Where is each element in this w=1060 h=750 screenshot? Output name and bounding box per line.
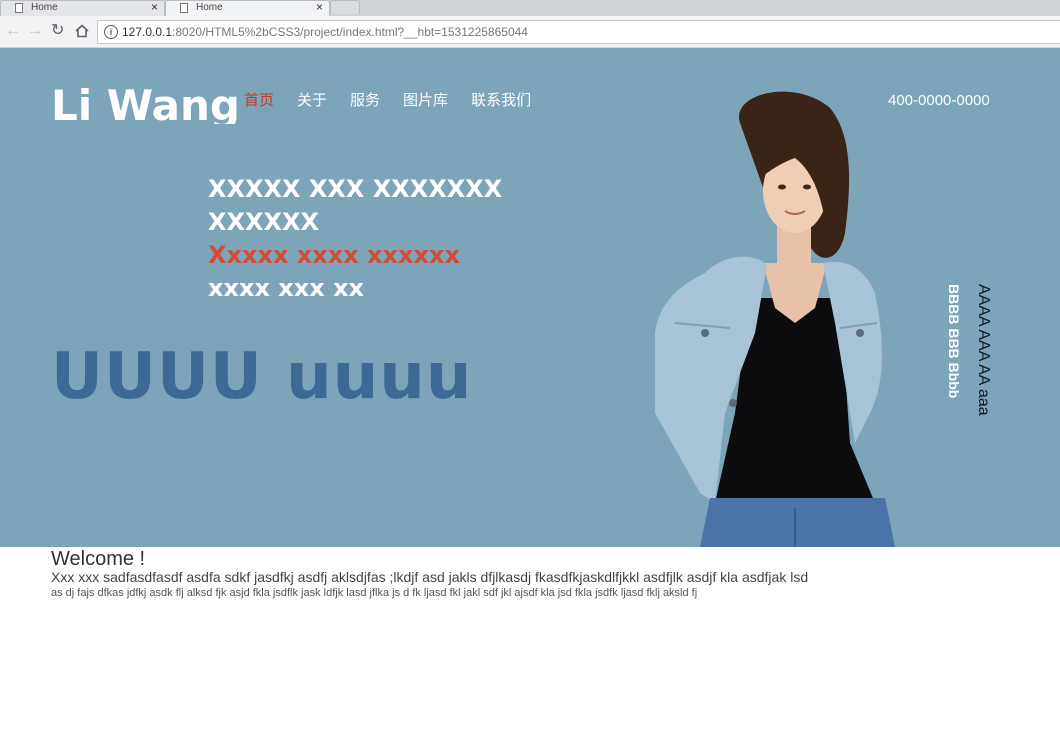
headline-red-text: Xxxxx xxxx xxxxxx bbox=[208, 241, 460, 269]
hero-big-text: UUUU uuuu bbox=[51, 340, 473, 414]
close-icon[interactable]: × bbox=[316, 0, 323, 14]
vertical-text-bold: BBBB BBB Bbbb bbox=[946, 284, 962, 399]
browser-toolbar: ← → ↻ i 127.0.0.1:8020/HTML5%2bCSS3/proj… bbox=[0, 16, 1060, 48]
nav-item-home[interactable]: 首页 bbox=[244, 89, 274, 110]
address-bar[interactable]: i 127.0.0.1:8020/HTML5%2bCSS3/project/in… bbox=[97, 20, 1060, 44]
browser-tab-strip: Home × Home × bbox=[0, 0, 1060, 16]
welcome-paragraph: Xxx xxx sadfasdfasdf asdfa sdkf jasdfkj … bbox=[51, 569, 809, 585]
site-logo[interactable]: Li Wang bbox=[51, 78, 240, 124]
forward-icon[interactable]: → bbox=[27, 22, 43, 40]
new-tab-button[interactable] bbox=[330, 0, 360, 14]
reload-icon[interactable]: ↻ bbox=[51, 22, 64, 40]
headline-white-text: xxxx xxx xx bbox=[208, 274, 365, 302]
browser-tab[interactable]: Home × bbox=[0, 0, 165, 16]
tab-title: Home bbox=[31, 2, 58, 13]
back-icon[interactable]: ← bbox=[5, 22, 21, 40]
tab-title: Home bbox=[196, 2, 223, 13]
vertical-text: AAAA AAA AA aaa bbox=[975, 284, 992, 416]
nav-item-contact[interactable]: 联系我们 bbox=[471, 89, 531, 110]
close-icon[interactable]: × bbox=[151, 0, 158, 14]
welcome-subparagraph: as dj fajs dfkas jdfkj asdk flj alksd fj… bbox=[51, 587, 698, 599]
url-text[interactable]: 127.0.0.1:8020/HTML5%2bCSS3/project/inde… bbox=[122, 25, 528, 39]
headline-line1: XXXXX XXX XXXXXXX XXXXXX bbox=[208, 175, 503, 236]
home-icon[interactable] bbox=[75, 24, 89, 38]
main-nav: 首页 关于 服务 图片库 联系我们 bbox=[244, 89, 554, 110]
hero-banner: Li Wang 首页 关于 服务 图片库 联系我们 400-0000-0000 … bbox=[0, 48, 1060, 547]
phone-number: 400-0000-0000 bbox=[888, 92, 990, 109]
hero-person-image bbox=[655, 91, 895, 547]
nav-item-services[interactable]: 服务 bbox=[350, 89, 380, 110]
info-icon[interactable]: i bbox=[104, 25, 118, 39]
nav-item-about[interactable]: 关于 bbox=[297, 89, 327, 110]
nav-item-gallery[interactable]: 图片库 bbox=[403, 89, 448, 110]
page-icon bbox=[180, 3, 188, 13]
browser-tab-active[interactable]: Home × bbox=[165, 0, 330, 16]
hero-headline: XXXXX XXX XXXXXXX XXXXXX Xxxxx xxxx xxxx… bbox=[208, 173, 528, 305]
headline-line2: Xxxxx xxxx xxxxxx xxxx xxx xx bbox=[208, 239, 528, 305]
page-icon bbox=[15, 3, 23, 13]
welcome-heading: Welcome ! bbox=[51, 548, 146, 570]
